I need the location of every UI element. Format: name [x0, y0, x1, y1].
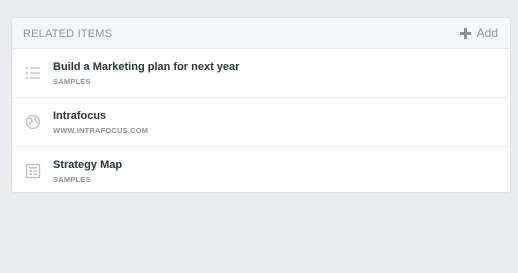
item-title: Build a Marketing plan for next year [53, 61, 240, 73]
panel-title: RELATED ITEMS [23, 28, 113, 40]
item-title: Strategy Map [53, 159, 123, 171]
item-subtitle: WWW.INTRAFOCUS.COM [53, 126, 149, 135]
list-icon [25, 65, 41, 81]
panel-header: RELATED ITEMS Add [12, 18, 510, 49]
list-item[interactable]: Build a Marketing plan for next year SAM… [12, 49, 510, 98]
globe-icon [25, 114, 41, 130]
item-title: Intrafocus [53, 110, 107, 122]
item-subtitle: SAMPLES [53, 175, 91, 184]
strategy-map-icon [25, 163, 41, 179]
add-label: Add [476, 26, 498, 40]
add-button[interactable]: Add [459, 26, 498, 40]
plus-icon [459, 27, 471, 39]
related-items-panel: RELATED ITEMS Add Build a Marketing plan… [11, 17, 511, 193]
list-item[interactable]: Intrafocus WWW.INTRAFOCUS.COM [12, 98, 510, 147]
item-subtitle: SAMPLES [53, 77, 91, 86]
list-item[interactable]: Strategy Map SAMPLES [12, 147, 510, 195]
